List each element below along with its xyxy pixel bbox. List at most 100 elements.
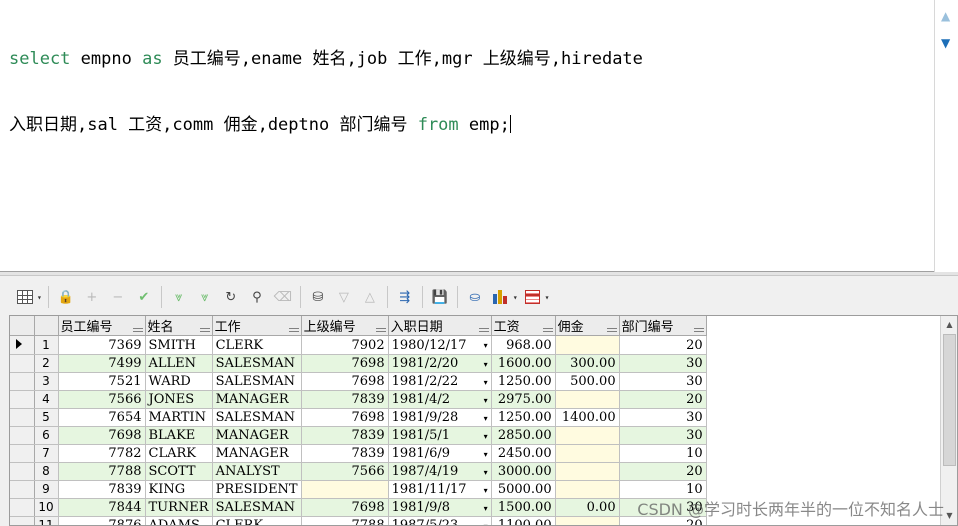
cell-ename[interactable]: CLARK: [145, 444, 213, 463]
cell-comm[interactable]: 0.00: [555, 498, 620, 517]
table-row[interactable]: 7 7782 CLARK MANAGER 7839 1981/6/9 ▾ 2450.00 10: [10, 444, 707, 463]
cell-hiredate[interactable]: 1981/2/20 ▾: [388, 354, 492, 373]
query-by-example-icon[interactable]: ⛁: [307, 286, 329, 308]
cell-job[interactable]: SALESMAN: [212, 372, 302, 391]
cell-sal[interactable]: 2850.00: [491, 426, 556, 445]
cell-ename[interactable]: JONES: [145, 390, 213, 409]
cell-comm[interactable]: [555, 335, 620, 355]
cell-comm[interactable]: [555, 516, 620, 525]
row-indicator[interactable]: [10, 372, 35, 391]
row-indicator[interactable]: [10, 426, 35, 445]
cell-mgr[interactable]: 7698: [301, 354, 389, 373]
cell-empno[interactable]: 7566: [58, 390, 146, 409]
cell-empno[interactable]: 7844: [58, 498, 146, 517]
date-dropdown-icon[interactable]: ▾: [484, 374, 488, 390]
table-row[interactable]: 1 7369 SMITH CLERK 7902 1980/12/17 ▾ 968.00 20: [10, 335, 707, 355]
cell-ename[interactable]: ADAMS: [145, 516, 213, 525]
cell-mgr[interactable]: 7566: [301, 462, 389, 481]
scroll-down-icon[interactable]: ▼: [942, 508, 957, 524]
cell-hiredate[interactable]: 1987/5/23 ▾: [388, 516, 492, 525]
cell-mgr[interactable]: 7698: [301, 372, 389, 391]
cell-empno[interactable]: 7839: [58, 480, 146, 499]
row-indicator[interactable]: [10, 335, 35, 355]
find-icon[interactable]: ⚲: [246, 286, 268, 308]
cell-comm[interactable]: [555, 462, 620, 481]
scroll-thumb[interactable]: [943, 334, 956, 466]
cell-hiredate[interactable]: 1981/9/8 ▾: [388, 498, 492, 517]
cell-ename[interactable]: MARTIN: [145, 408, 213, 427]
column-header[interactable]: 入职日期: [388, 316, 492, 336]
cell-sal[interactable]: 968.00: [491, 335, 556, 355]
cell-ename[interactable]: WARD: [145, 372, 213, 391]
vertical-scrollbar[interactable]: ▲ ▼: [940, 316, 957, 525]
cell-sal[interactable]: 5000.00: [491, 480, 556, 499]
sql-editor[interactable]: select empno as 员工编号,ename 姓名,job 工作,mgr…: [0, 0, 958, 272]
cell-comm[interactable]: [555, 444, 620, 463]
delete-record-icon[interactable]: −: [107, 286, 129, 308]
row-indicator-header[interactable]: [34, 316, 59, 336]
cell-deptno[interactable]: 20: [619, 335, 707, 355]
column-header[interactable]: 部门编号: [619, 316, 707, 336]
cell-comm[interactable]: [555, 480, 620, 499]
column-header[interactable]: 员工编号: [58, 316, 146, 336]
cell-ename[interactable]: SMITH: [145, 335, 213, 355]
refresh-icon[interactable]: ↻: [220, 286, 242, 308]
cell-sal[interactable]: 1250.00: [491, 408, 556, 427]
table-row[interactable]: 5 7654 MARTIN SALESMAN 7698 1981/9/28 ▾ 1250.00…: [10, 408, 707, 427]
row-indicator[interactable]: [10, 498, 35, 517]
cell-job[interactable]: ANALYST: [212, 462, 302, 481]
date-dropdown-icon[interactable]: ▾: [484, 518, 488, 525]
add-record-icon[interactable]: +: [81, 286, 103, 308]
cell-mgr[interactable]: 7839: [301, 444, 389, 463]
cell-job[interactable]: SALESMAN: [212, 498, 302, 517]
cell-comm[interactable]: 1400.00: [555, 408, 620, 427]
cell-hiredate[interactable]: 1987/4/19 ▾: [388, 462, 492, 481]
row-indicator[interactable]: [10, 408, 35, 427]
cell-job[interactable]: SALESMAN: [212, 408, 302, 427]
cell-job[interactable]: MANAGER: [212, 444, 302, 463]
cell-empno[interactable]: 7876: [58, 516, 146, 525]
fetch-last-icon[interactable]: ⩔: [194, 286, 216, 308]
cell-mgr[interactable]: 7839: [301, 390, 389, 409]
row-indicator[interactable]: [10, 480, 35, 499]
table-row[interactable]: 8 7788 SCOTT ANALYST 7566 1987/4/19 ▾ 3000.00 20: [10, 462, 707, 481]
row-indicator[interactable]: [10, 390, 35, 409]
result-grid[interactable]: 员工编号 姓名 工作 上级编号 入职日期 工资 佣金 部门编号 1 7369 SMITH CLERK…: [9, 315, 958, 526]
cell-sal[interactable]: 1500.00: [491, 498, 556, 517]
sql-text[interactable]: select empno as 员工编号,ename 姓名,job 工作,mgr…: [9, 4, 929, 180]
date-dropdown-icon[interactable]: ▾: [484, 428, 488, 444]
cell-ename[interactable]: BLAKE: [145, 426, 213, 445]
previous-statement-icon[interactable]: ▲: [941, 10, 950, 22]
cell-ename[interactable]: KING: [145, 480, 213, 499]
sort-icon[interactable]: [132, 328, 143, 332]
dropdown-icon[interactable]: ▾: [513, 293, 518, 302]
next-statement-icon[interactable]: ▼: [941, 37, 950, 49]
cell-ename[interactable]: ALLEN: [145, 354, 213, 373]
cell-sal[interactable]: 2975.00: [491, 390, 556, 409]
cell-mgr[interactable]: 7788: [301, 516, 389, 525]
date-dropdown-icon[interactable]: ▾: [484, 464, 488, 480]
fetch-next-icon[interactable]: ⩔: [168, 286, 190, 308]
column-header[interactable]: 工作: [212, 316, 302, 336]
cell-job[interactable]: CLERK: [212, 516, 302, 525]
cell-deptno[interactable]: 30: [619, 426, 707, 445]
cell-ename[interactable]: SCOTT: [145, 462, 213, 481]
sort-icon[interactable]: [693, 328, 704, 332]
date-dropdown-icon[interactable]: ▾: [484, 500, 488, 516]
next-record-icon[interactable]: ▽: [333, 286, 355, 308]
table-icon[interactable]: [522, 286, 544, 308]
date-dropdown-icon[interactable]: ▾: [484, 356, 488, 372]
cell-job[interactable]: MANAGER: [212, 390, 302, 409]
cell-mgr[interactable]: [301, 480, 389, 499]
cell-empno[interactable]: 7698: [58, 426, 146, 445]
cell-ename[interactable]: TURNER: [145, 498, 213, 517]
table-row[interactable]: 117876ADAMSCLERK77881987/5/23▾1100.0020: [10, 516, 707, 525]
sort-icon[interactable]: [542, 328, 553, 332]
cell-job[interactable]: CLERK: [212, 335, 302, 355]
post-changes-icon[interactable]: ✔: [133, 286, 155, 308]
cell-mgr[interactable]: 7698: [301, 408, 389, 427]
cell-comm[interactable]: [555, 426, 620, 445]
previous-record-icon[interactable]: △: [359, 286, 381, 308]
cell-sal[interactable]: 1250.00: [491, 372, 556, 391]
cell-mgr[interactable]: 7839: [301, 426, 389, 445]
